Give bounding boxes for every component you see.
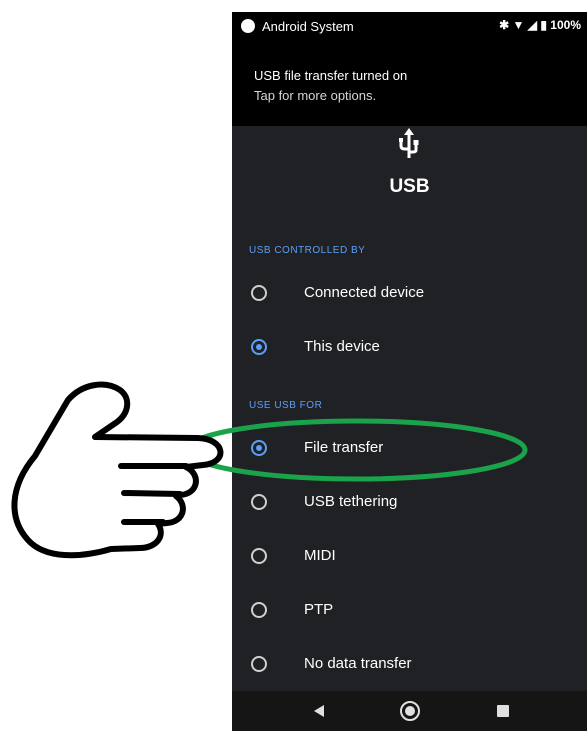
bluetooth-icon: ✱	[499, 18, 510, 32]
controlled-by-header: USB CONTROLLED BY	[249, 245, 366, 256]
recents-button[interactable]	[497, 705, 509, 717]
notification-title: USB file transfer turned on	[254, 68, 408, 83]
option-midi[interactable]: MIDI	[232, 537, 587, 581]
use-usb-for-header: USE USB FOR	[249, 400, 323, 411]
radio-button-selected[interactable]	[251, 339, 267, 355]
option-label: MIDI	[304, 547, 336, 564]
dialog-title: USB	[389, 176, 430, 197]
usb-notification[interactable]: USB file transfer turned on Tap for more…	[232, 43, 587, 126]
option-ptp[interactable]: PTP	[232, 591, 587, 635]
option-no-data-transfer[interactable]: No data transfer	[232, 645, 587, 689]
back-button[interactable]	[314, 705, 324, 717]
signal-icon: ◢	[527, 18, 537, 32]
android-system-icon	[241, 19, 255, 33]
option-label: Connected device	[304, 284, 425, 301]
notification-subtitle: Tap for more options.	[254, 88, 377, 103]
wifi-icon: ▼	[512, 18, 525, 32]
radio-button[interactable]	[251, 494, 267, 510]
navigation-bar	[232, 691, 587, 731]
usb-icon	[399, 128, 419, 158]
radio-button[interactable]	[251, 656, 267, 672]
status-bar: Android System ✱ ▼ ◢ ▮ 100%	[232, 12, 587, 43]
status-app-name: Android System	[262, 19, 354, 34]
option-label: USB tethering	[304, 493, 398, 510]
option-connected-device[interactable]: Connected device	[232, 274, 587, 318]
option-label: File transfer	[304, 439, 384, 456]
option-label: No data transfer	[304, 655, 412, 672]
home-button[interactable]	[400, 701, 420, 721]
option-this-device[interactable]: This device	[232, 328, 587, 372]
option-usb-tethering[interactable]: USB tethering	[232, 483, 587, 527]
battery-icon: ▮	[540, 18, 547, 32]
option-label: This device	[304, 338, 380, 355]
radio-button[interactable]	[251, 548, 267, 564]
battery-level: 100%	[550, 18, 581, 32]
pointing-hand-icon	[11, 381, 224, 559]
phone-screen: Android System ✱ ▼ ◢ ▮ 100% USB file tra…	[232, 12, 587, 731]
radio-button[interactable]	[251, 602, 267, 618]
option-label: PTP	[304, 601, 334, 618]
option-file-transfer[interactable]: File transfer	[232, 429, 587, 473]
radio-button[interactable]	[251, 285, 267, 301]
radio-button-selected[interactable]	[251, 440, 267, 456]
status-icons: ✱ ▼ ◢ ▮ 100%	[499, 18, 581, 32]
